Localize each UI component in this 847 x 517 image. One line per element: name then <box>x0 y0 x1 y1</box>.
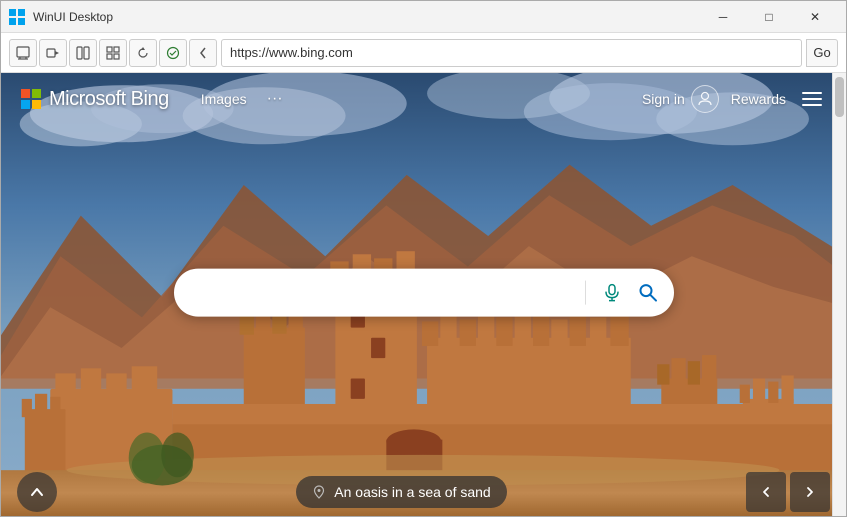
ms-sq-blue <box>21 100 30 109</box>
close-button[interactable]: ✕ <box>792 1 838 33</box>
toolbar-btn-1[interactable] <box>9 39 37 67</box>
screen-icon <box>16 46 30 60</box>
image-caption-text: An oasis in a sea of sand <box>334 484 490 500</box>
search-icon <box>638 282 658 302</box>
ham-line-1 <box>802 92 822 94</box>
nav-more-button[interactable]: ··· <box>259 86 291 112</box>
window-title: WinUI Desktop <box>33 10 692 24</box>
toolbar-btn-3[interactable] <box>69 39 97 67</box>
nav-right: Sign in Rewards <box>642 85 826 113</box>
ms-sq-green <box>32 89 41 98</box>
address-input[interactable] <box>221 39 802 67</box>
toolbar-btn-back[interactable] <box>189 39 217 67</box>
chevron-right-icon <box>804 486 816 498</box>
video-icon <box>46 46 60 60</box>
ms-sq-red <box>21 89 30 98</box>
microphone-button[interactable] <box>594 274 630 310</box>
app-icon <box>9 9 25 25</box>
toolbar-btn-5[interactable] <box>129 39 157 67</box>
toolbar-btn-check[interactable] <box>159 39 187 67</box>
search-container <box>174 268 674 316</box>
toolbar-btn-4[interactable] <box>99 39 127 67</box>
microsoft-grid-icon <box>21 89 41 109</box>
person-icon <box>697 91 713 107</box>
nav-link-images[interactable]: Images <box>193 87 255 111</box>
scroll-thumb[interactable] <box>835 77 844 117</box>
microphone-icon <box>603 283 621 301</box>
minimize-button[interactable]: ─ <box>700 1 746 33</box>
scrollbar[interactable] <box>832 73 846 516</box>
chevron-up-icon <box>30 485 44 499</box>
rewards-button[interactable]: Rewards <box>731 91 786 107</box>
bing-navbar: Microsoft Bing Images ··· Sign in Reward… <box>1 73 846 125</box>
toolbar-btn-2[interactable] <box>39 39 67 67</box>
bing-brand-name: Microsoft Bing <box>49 88 169 111</box>
window-frame: WinUI Desktop ─ □ ✕ <box>0 0 847 517</box>
user-icon <box>691 85 719 113</box>
search-input[interactable] <box>194 283 577 301</box>
search-divider <box>585 280 586 304</box>
title-bar: WinUI Desktop ─ □ ✕ <box>1 1 846 33</box>
search-button[interactable] <box>630 274 666 310</box>
location-pin-icon <box>312 485 326 499</box>
sign-in-label: Sign in <box>642 91 685 107</box>
browser-content: Microsoft Bing Images ··· Sign in Reward… <box>1 73 846 516</box>
bottom-bar: An oasis in a sea of sand <box>1 468 846 516</box>
search-box <box>174 268 674 316</box>
bing-logo[interactable]: Microsoft Bing <box>21 88 169 111</box>
grid-icon <box>106 46 120 60</box>
go-button[interactable]: Go <box>806 39 838 67</box>
check-icon <box>166 46 180 60</box>
ham-line-2 <box>802 98 822 100</box>
chevron-left-icon <box>760 486 772 498</box>
image-caption-pill[interactable]: An oasis in a sea of sand <box>296 476 506 508</box>
prev-image-button[interactable] <box>746 472 786 512</box>
next-image-button[interactable] <box>790 472 830 512</box>
ham-line-3 <box>802 104 822 106</box>
hamburger-menu-button[interactable] <box>798 88 826 110</box>
sign-in-button[interactable]: Sign in <box>642 85 719 113</box>
back-arrow-icon <box>196 46 210 60</box>
layout-icon <box>76 46 90 60</box>
refresh-icon <box>136 46 150 60</box>
scroll-up-button[interactable] <box>17 472 57 512</box>
image-nav-arrows <box>746 472 830 512</box>
nav-toolbar <box>9 39 217 67</box>
maximize-button[interactable]: □ <box>746 1 792 33</box>
nav-links: Images ··· <box>193 86 291 112</box>
window-controls: ─ □ ✕ <box>700 1 838 33</box>
address-bar: Go <box>1 33 846 73</box>
ms-sq-yellow <box>32 100 41 109</box>
